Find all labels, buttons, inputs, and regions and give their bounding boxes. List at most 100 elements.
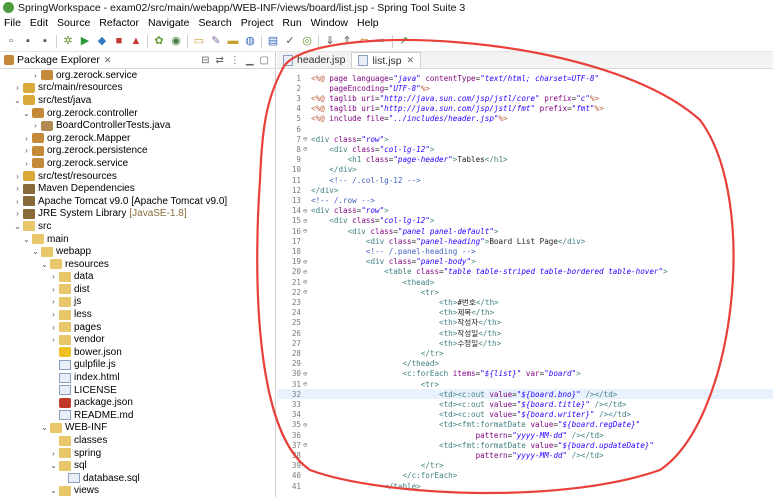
chevron-right-icon[interactable]: ›: [13, 172, 22, 181]
code-line[interactable]: 14 ⊖ <div class="row">: [277, 206, 773, 216]
fold-toggle-icon[interactable]: ⊖: [303, 227, 311, 235]
fold-toggle-icon[interactable]: ⊖: [303, 278, 311, 286]
code-line[interactable]: 19 ⊖ <div class="panel-body">: [277, 257, 773, 267]
open-type-icon[interactable]: ▭: [192, 35, 206, 48]
code-line[interactable]: 41 </table>: [277, 481, 773, 491]
code-line[interactable]: 31 ⊖ <tr>: [277, 379, 773, 389]
code-line[interactable]: 13 <!-- /.row -->: [277, 195, 773, 205]
chevron-right-icon[interactable]: ›: [31, 121, 40, 130]
code-line[interactable]: 40 </c:forEach>: [277, 471, 773, 481]
fold-toggle-icon[interactable]: ⊖: [303, 421, 311, 429]
fold-toggle-icon[interactable]: ⊖: [303, 370, 311, 378]
chevron-right-icon[interactable]: ›: [49, 323, 58, 332]
code-line[interactable]: 37 ⊖ <td><fmt:formatDate value="${board.u…: [277, 440, 773, 450]
tree-item[interactable]: database.sql: [0, 472, 275, 485]
menu-run[interactable]: Run: [282, 17, 301, 29]
editor-tab-list-jsp[interactable]: list.jsp ✕: [351, 52, 422, 68]
close-icon[interactable]: ✕: [104, 55, 112, 66]
menu-source[interactable]: Source: [57, 17, 90, 29]
chevron-right-icon[interactable]: ›: [49, 310, 58, 319]
code-editor[interactable]: 1 <%@ page language="java" contentType="t…: [277, 69, 773, 497]
code-line[interactable]: 7 ⊖ <div class="row">: [277, 134, 773, 144]
tree-item[interactable]: classes: [0, 434, 275, 447]
stop-icon[interactable]: ■: [112, 35, 126, 48]
tree-item[interactable]: › org.zerock.persistence: [0, 145, 275, 158]
tree-item[interactable]: › vendor: [0, 333, 275, 346]
editor-tab-header-jsp[interactable]: header.jsp: [277, 52, 351, 68]
tree-item[interactable]: › Maven Dependencies: [0, 182, 275, 195]
next-annotation-icon[interactable]: ◎: [300, 35, 314, 48]
code-line[interactable]: 2 pageEncoding="UTF-8"%>: [277, 83, 773, 93]
chevron-right-icon[interactable]: ›: [13, 197, 22, 206]
tree-item[interactable]: › dist: [0, 283, 275, 296]
chevron-down-icon[interactable]: ⌄: [31, 247, 40, 256]
forward-icon[interactable]: ⇨: [374, 35, 388, 48]
fold-toggle-icon[interactable]: ⊖: [303, 268, 311, 276]
code-line[interactable]: 29 </thead>: [277, 359, 773, 369]
tree-item[interactable]: › js: [0, 296, 275, 309]
chevron-right-icon[interactable]: ›: [22, 134, 31, 143]
code-line[interactable]: 11 <!-- /.col-lg-12 -->: [277, 175, 773, 185]
menu-search[interactable]: Search: [198, 17, 231, 29]
chevron-down-icon[interactable]: ⌄: [40, 260, 49, 269]
tree-item[interactable]: › src/test/resources: [0, 170, 275, 183]
run-ext-icon[interactable]: ◆: [95, 35, 109, 48]
nav-icon[interactable]: ▤: [266, 35, 280, 48]
fold-toggle-icon[interactable]: ⊖: [303, 217, 311, 225]
chevron-down-icon[interactable]: ⌄: [49, 461, 58, 470]
code-line[interactable]: 33 <td><c:out value="${board.title}" /><…: [277, 399, 773, 409]
run-icon[interactable]: ▶: [78, 35, 92, 48]
chevron-right-icon[interactable]: ›: [49, 335, 58, 344]
tree-item[interactable]: › less: [0, 308, 275, 321]
code-line[interactable]: 26 <th>작성일</th>: [277, 328, 773, 338]
menu-refactor[interactable]: Refactor: [99, 17, 139, 29]
code-line[interactable]: 3 <%@ taglib uri="http://java.sun.com/jsp…: [277, 93, 773, 103]
folder-icon[interactable]: ▬: [226, 35, 240, 48]
tree-item[interactable]: › org.zerock.service: [0, 157, 275, 170]
chevron-right-icon[interactable]: ›: [31, 71, 40, 80]
menu-help[interactable]: Help: [357, 17, 379, 29]
code-line[interactable]: 8 ⊖ <div class="col-lg-12">: [277, 144, 773, 154]
minimize-icon[interactable]: ▁: [246, 55, 254, 66]
tree-item[interactable]: index.html: [0, 371, 275, 384]
fold-toggle-icon[interactable]: ⊖: [303, 145, 311, 153]
boot-icon[interactable]: ✿: [152, 35, 166, 48]
server-icon[interactable]: ▲: [129, 35, 143, 48]
perspective-icon[interactable]: ↗: [397, 35, 411, 48]
chevron-down-icon[interactable]: ⌄: [22, 109, 31, 118]
code-line[interactable]: 16 ⊖ <div class="panel panel-default">: [277, 226, 773, 236]
code-line[interactable]: 25 <th>작성자</th>: [277, 318, 773, 328]
debug-icon[interactable]: ✲: [61, 35, 75, 48]
tree-item[interactable]: › JRE System Library [JavaSE-1.8]: [0, 208, 275, 221]
new-icon[interactable]: ▫: [4, 35, 18, 48]
code-line[interactable]: 12 </div>: [277, 185, 773, 195]
code-line[interactable]: 28 </tr>: [277, 348, 773, 358]
tree-item[interactable]: › org.zerock.Mapper: [0, 132, 275, 145]
chevron-down-icon[interactable]: ⌄: [49, 486, 58, 495]
code-line[interactable]: 38 pattern="yyyy-MM-dd" /></td>: [277, 450, 773, 460]
tree-item[interactable]: › Apache Tomcat v9.0 [Apache Tomcat v9.0]: [0, 195, 275, 208]
tree-item[interactable]: ⌄ org.zerock.controller: [0, 107, 275, 120]
menu-edit[interactable]: Edit: [30, 17, 48, 29]
gear-icon[interactable]: ◉: [169, 35, 183, 48]
chevron-right-icon[interactable]: ›: [22, 146, 31, 155]
chevron-right-icon[interactable]: ›: [13, 83, 22, 92]
save-all-icon[interactable]: ▪: [38, 35, 52, 48]
package-explorer-tab[interactable]: Package Explorer ✕ ⊟ ⇄ ⋮ ▁ ▢: [0, 52, 275, 69]
link-editor-icon[interactable]: ⇄: [215, 55, 223, 66]
code-line[interactable]: 27 <th>수정일</th>: [277, 338, 773, 348]
next-edit-icon[interactable]: ⇓: [323, 35, 337, 48]
tree-item[interactable]: LICENSE: [0, 384, 275, 397]
code-line[interactable]: 9 <h1 class="page-header">Tables</h1>: [277, 155, 773, 165]
tree-item[interactable]: README.md: [0, 409, 275, 422]
fold-toggle-icon[interactable]: ⊖: [303, 380, 311, 388]
code-line[interactable]: 21 ⊖ <thead>: [277, 277, 773, 287]
tree-item[interactable]: gulpfile.js: [0, 359, 275, 372]
chevron-right-icon[interactable]: ›: [49, 297, 58, 306]
code-line[interactable]: 17 <div class="panel-heading">Board List…: [277, 236, 773, 246]
fold-toggle-icon[interactable]: ⊖: [303, 288, 311, 296]
chevron-down-icon[interactable]: ⌄: [40, 423, 49, 432]
view-menu-icon[interactable]: ⋮: [230, 55, 240, 66]
tree-item[interactable]: ⌄ webapp: [0, 245, 275, 258]
menu-file[interactable]: File: [4, 17, 21, 29]
